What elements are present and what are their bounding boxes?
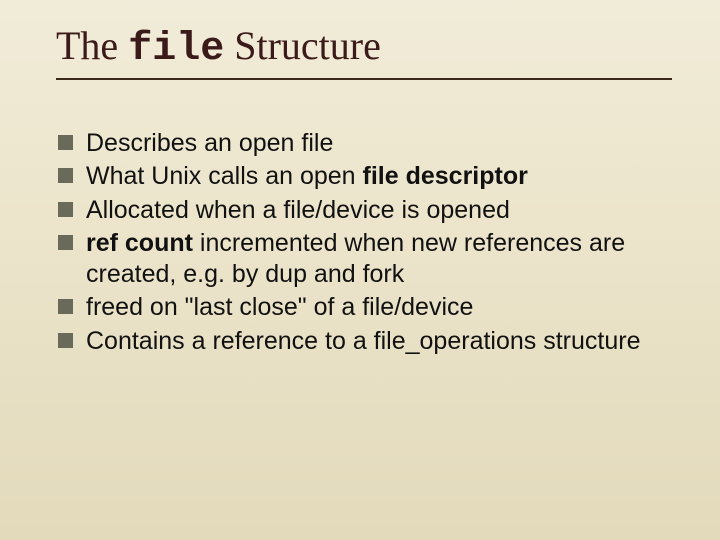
bullet-pre: What Unix calls an open [86, 162, 363, 190]
list-item: ref count incremented when new reference… [56, 228, 668, 291]
bullet-pre: Contains a reference to a file_operation… [86, 327, 640, 355]
bullet-bold: ref count [86, 229, 193, 257]
bullet-pre: Allocated when a file/device is opened [86, 196, 510, 224]
list-item: freed on "last close" of a file/device [56, 292, 668, 323]
bullet-bold: file descriptor [363, 162, 528, 190]
title-post: Structure [224, 23, 381, 68]
list-item: What Unix calls an open file descriptor [56, 161, 668, 192]
slide: The file Structure Describes an open fil… [0, 0, 720, 540]
list-item: Contains a reference to a file_operation… [56, 326, 668, 357]
list-item: Allocated when a file/device is opened [56, 195, 668, 226]
slide-title: The file Structure [56, 22, 672, 72]
bullet-list: Describes an open file What Unix calls a… [56, 128, 672, 357]
title-code: file [128, 27, 224, 72]
title-divider [56, 78, 672, 80]
list-item: Describes an open file [56, 128, 668, 159]
bullet-pre: freed on "last close" of a file/device [86, 293, 473, 321]
bullet-pre: Describes an open file [86, 129, 333, 157]
title-pre: The [56, 23, 128, 68]
